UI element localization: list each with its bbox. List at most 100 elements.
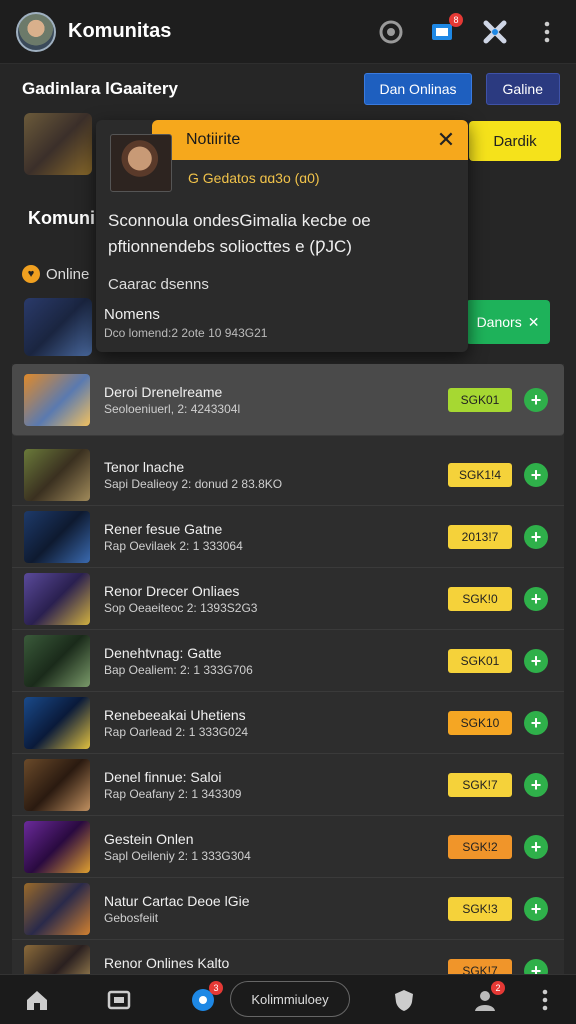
- add-icon[interactable]: +: [524, 834, 548, 859]
- popup-header: Notiirite ✕: [152, 120, 468, 160]
- game-subtitle: Sapi Dealieoy 2: donud 2 83.8KO: [104, 476, 283, 491]
- game-title: Denel finnue: Saloi: [104, 768, 222, 785]
- game-row[interactable]: Renor Drecer Onliaes Sop Oeaeiteoc 2: 139…: [12, 568, 564, 630]
- profile-icon[interactable]: 2: [472, 981, 505, 1013]
- game-tag: SGK10: [448, 710, 512, 735]
- heart-icon: ♥: [22, 265, 40, 283]
- danors-button[interactable]: Danors ✕: [466, 300, 550, 344]
- game-text: Deroi Drenelreame Seoloeniuerl, 2: 424330…: [104, 384, 448, 416]
- game-title: Deroi Drenelreame: [104, 383, 223, 400]
- add-icon[interactable]: +: [524, 524, 548, 549]
- game-row[interactable]: Gestein Onlen Sapl Oeileniy 2: 1 333G304 S…: [12, 816, 564, 878]
- game-row[interactable]: Denehtvnag: Gatte Bap Oealiem: 2: 1 333G7…: [12, 630, 564, 692]
- avatar[interactable]: [16, 11, 56, 52]
- online-game-thumbnail[interactable]: [24, 298, 92, 356]
- profile-badge: 2: [491, 981, 505, 995]
- game-subtitle: Bap Oealiem: 2: 1 333G706: [104, 662, 253, 677]
- game-subtitle: Rap Oarlead 2: 1 333G024: [104, 724, 249, 739]
- game-subtitle: Seoloeniuerl, 2: 4243304l: [104, 401, 241, 416]
- game-title: Renor Onlines Kalto: [104, 954, 230, 971]
- game-thumbnail: [24, 758, 90, 811]
- game-title: Renor Drecer Onliaes: [104, 582, 240, 599]
- add-icon[interactable]: +: [524, 586, 548, 611]
- game-row[interactable]: Tenor lnache Sapi Dealieoy 2: donud 2 83.…: [12, 444, 564, 506]
- game-row[interactable]: Denel finnue: Saloi Rap Oeafany 2: 1 3433…: [12, 754, 564, 816]
- more-vert-icon[interactable]: [534, 19, 560, 45]
- game-text: Rener fesue Gatne Rap Oevilaek 2: 1 33306…: [104, 521, 448, 553]
- dardik-button[interactable]: Dardik: [469, 121, 561, 161]
- game-row[interactable]: Rener fesue Gatne Rap Oevilaek 2: 1 33306…: [12, 506, 564, 568]
- home-icon[interactable]: [24, 987, 50, 1013]
- game-row[interactable]: Natur Cartac Deoe lGie Gebosfeiit SGK!3 +: [12, 878, 564, 940]
- game-text: Renor Onlines KaltoSap Oeileniy 2: 1 333…: [104, 955, 448, 975]
- game-subtitle: Sop Oeaeiteoc 2: 1393S2G3: [104, 600, 258, 615]
- tools-icon[interactable]: [482, 19, 508, 45]
- game-title: Natur Cartac Deoe lGie: [104, 892, 250, 909]
- popup-date: Dco lomend:2 2ote 10 943G21: [104, 326, 268, 340]
- add-icon[interactable]: +: [524, 710, 548, 735]
- online-label: ♥ Online: [22, 265, 89, 283]
- game-subtitle: Rap Oeafany 2: 1 343309: [104, 786, 242, 801]
- game-tag: SGK!2: [448, 834, 512, 859]
- game-thumbnail: [24, 448, 90, 501]
- game-text: Tenor lnache Sapi Dealieoy 2: donud 2 83.…: [104, 459, 448, 491]
- game-thumbnail: [24, 634, 90, 687]
- community-pill[interactable]: Kolimmiuloey: [230, 981, 350, 1017]
- game-tag: SGK!7: [448, 772, 512, 797]
- library-icon[interactable]: [106, 987, 132, 1013]
- close-icon[interactable]: ✕: [436, 129, 456, 151]
- game-row[interactable]: Deroi Drenelreame Seoloeniuerl, 2: 424330…: [12, 364, 564, 436]
- notification-badge: 8: [449, 12, 463, 27]
- notification-popup: Notiirite ✕ G Gedatos ɑɑ3o (ɑ0) Sconnoul…: [96, 120, 468, 352]
- komunitas-label: Komuni: [28, 208, 95, 228]
- add-icon[interactable]: +: [524, 648, 548, 673]
- game-title: Tenor lnache: [104, 458, 185, 475]
- game-row[interactable]: Renor Onlines KaltoSap Oeileniy 2: 1 333…: [12, 940, 564, 974]
- game-subtitle: Sapl Oeileniy 2: 1 333G304: [104, 848, 251, 863]
- game-tag: SGK!3: [448, 896, 512, 921]
- section-header: Gadinlara lGaaitery Dan Onlinas Galine: [0, 64, 576, 114]
- online-label-text: Online: [46, 265, 90, 283]
- more-vert-icon[interactable]: [532, 987, 558, 1013]
- shield-icon[interactable]: [391, 987, 417, 1013]
- game-row[interactable]: Renebeeakai Uhetiens Rap Oarlead 2: 1 333…: [12, 692, 564, 754]
- galine-button[interactable]: Galine: [485, 73, 560, 105]
- game-tag: SGK!0: [448, 586, 512, 611]
- add-icon[interactable]: +: [524, 772, 548, 797]
- game-tag: SGK01: [448, 648, 512, 673]
- online-filter-button[interactable]: Dan Onlinas: [364, 73, 472, 105]
- game-title: Renebeeakai Uhetiens: [104, 706, 246, 723]
- game-tag: SGK01: [448, 387, 512, 412]
- danors-button-label: Danors: [476, 314, 522, 330]
- game-thumbnail: [24, 510, 90, 563]
- bottom-navigation: 3 Kolimmiuloey 2: [0, 974, 576, 1024]
- popup-meta: G Gedatos ɑɑ3o (ɑ0): [188, 170, 320, 186]
- game-subtitle: Gebosfeiit: [104, 910, 159, 925]
- game-tag: SGK1!4: [448, 462, 512, 487]
- game-tag: 2013!7: [448, 524, 512, 549]
- message-icon[interactable]: 8: [430, 12, 463, 45]
- headset-icon[interactable]: [378, 19, 404, 45]
- add-icon[interactable]: +: [524, 387, 548, 412]
- game-subtitle: Rap Oevilaek 2: 1 333064: [104, 538, 243, 553]
- game-text: Renor Drecer Onliaes Sop Oeaeiteoc 2: 139…: [104, 583, 448, 615]
- add-icon[interactable]: +: [524, 896, 548, 921]
- popup-body: Sconnoula ondesGimalia kecbe oe pftionne…: [108, 211, 371, 256]
- game-thumbnail: [24, 882, 90, 935]
- game-text: Denehtvnag: Gatte Bap Oealiem: 2: 1 333G7…: [104, 645, 448, 677]
- chat-badge: 3: [209, 981, 223, 995]
- game-list: Deroi Drenelreame Seoloeniuerl, 2: 424330…: [12, 364, 564, 974]
- game-thumbnail: [24, 373, 90, 426]
- game-text: Gestein Onlen Sapl Oeileniy 2: 1 333G304: [104, 831, 448, 863]
- chat-icon[interactable]: 3: [190, 981, 223, 1013]
- close-x-icon: ✕: [527, 313, 540, 330]
- top-app-bar: Komunitas 8: [0, 0, 576, 64]
- game-tag: SGK!7: [448, 958, 512, 974]
- add-icon[interactable]: +: [524, 958, 548, 974]
- game-thumbnail: [24, 820, 90, 873]
- game-title: Denehtvnag: Gatte: [104, 644, 222, 661]
- app-root: Komunitas 8 Gadinlara lGaaitery Dan Onli…: [0, 0, 576, 1024]
- featured-game-thumbnail[interactable]: [24, 113, 92, 175]
- add-icon[interactable]: +: [524, 462, 548, 487]
- popup-user-picture: [110, 134, 172, 192]
